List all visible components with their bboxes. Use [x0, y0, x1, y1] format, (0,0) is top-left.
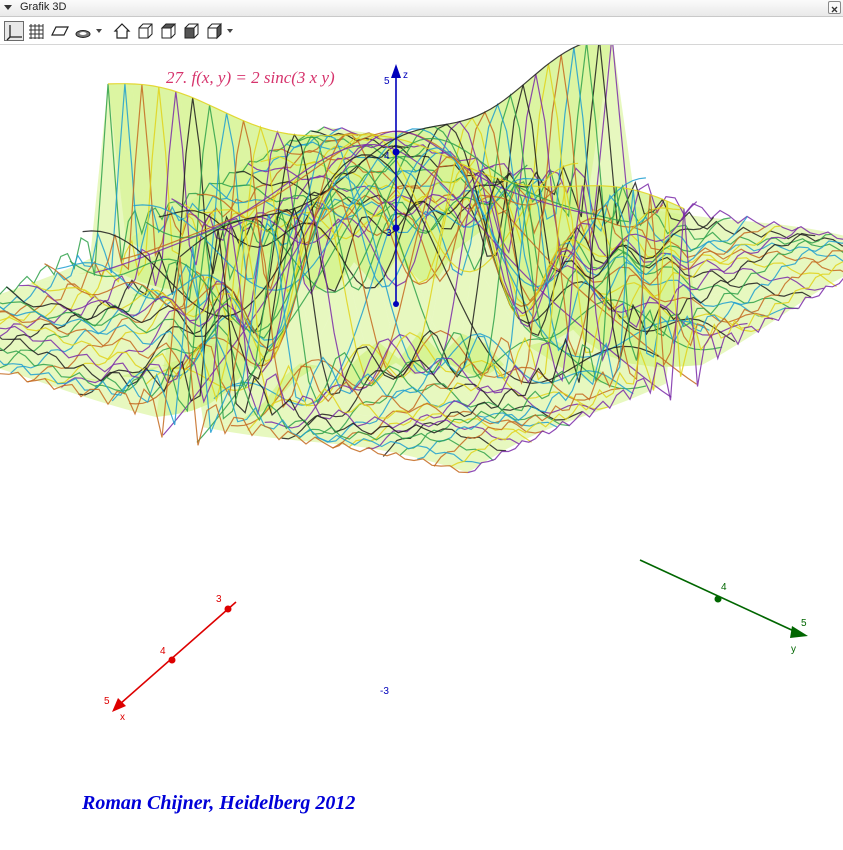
axes-icon [6, 25, 22, 41]
show-plane-button[interactable] [50, 21, 70, 41]
x-tick-label-3: 3 [216, 594, 222, 605]
home-view-icon [113, 23, 131, 39]
window-title: Grafik 3D [20, 1, 67, 13]
show-axes-button[interactable] [4, 21, 24, 41]
z-axis-origin [393, 301, 399, 307]
z-axis-label: z [403, 70, 408, 81]
view-front-button[interactable] [135, 21, 155, 41]
view-side-button[interactable] [158, 21, 178, 41]
author-caption: Roman Chijner, Heidelberg 2012 [82, 792, 356, 814]
show-grid-button[interactable] [26, 21, 46, 41]
sinc-surface [0, 45, 843, 474]
collapse-icon[interactable] [4, 5, 12, 10]
z-tick-label-5: 5 [384, 76, 390, 87]
x-tick-label-4: 4 [160, 646, 166, 657]
window-titlebar: Grafik 3D [0, 0, 843, 17]
view-top-button[interactable] [181, 21, 201, 41]
view-top-icon [184, 23, 199, 39]
x-tick-3 [224, 605, 232, 613]
y-axis-label: y [791, 644, 796, 655]
view-side-icon [160, 23, 177, 39]
y-tick-label-4: 4 [721, 582, 727, 593]
projection-icon [75, 30, 91, 38]
graphics-3d-toolbar [0, 17, 843, 45]
view-dropdown-icon[interactable] [227, 29, 233, 33]
z-tick-label-3: 3 [386, 228, 392, 239]
close-button[interactable] [828, 1, 841, 14]
projection-button[interactable] [73, 21, 93, 41]
x-axis [119, 601, 237, 705]
graphics-3d-canvas[interactable] [0, 45, 843, 850]
standard-view-button[interactable] [112, 21, 132, 41]
view-front-icon [138, 23, 153, 39]
z-axis-arrow [391, 64, 401, 78]
projection-dropdown-icon[interactable] [96, 29, 102, 33]
close-icon [831, 6, 838, 13]
y-tick-label-5: 5 [801, 618, 807, 629]
x-tick-label-5: 5 [104, 696, 110, 707]
z-tick-4 [392, 148, 400, 156]
view-3d-icon [207, 22, 222, 40]
plane-icon [51, 26, 69, 36]
y-tick-4 [714, 595, 722, 603]
x-axis-label: x [120, 712, 125, 723]
grid-icon [29, 24, 44, 39]
function-caption: 27. f(x, y) = 2 sinc(3 x y) [166, 68, 335, 87]
negative-tick-label: -3 [380, 686, 389, 697]
z-tick-3 [392, 224, 400, 232]
z-tick-label-4: 4 [384, 151, 390, 162]
x-tick-4 [168, 656, 176, 664]
view-3d-button[interactable] [204, 21, 224, 41]
